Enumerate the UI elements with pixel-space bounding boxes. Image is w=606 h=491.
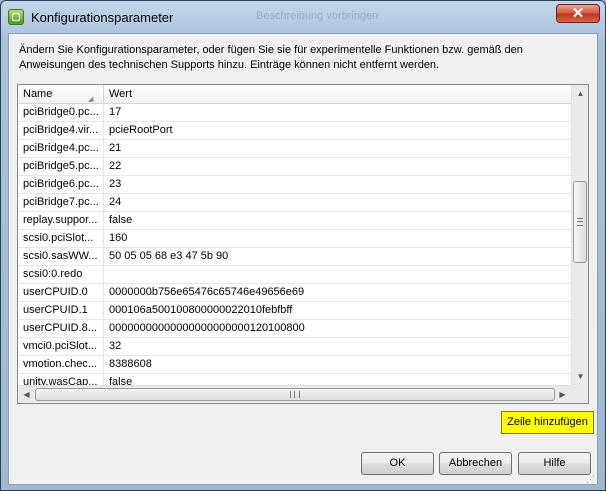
row-name-cell: vmotion.chec... bbox=[18, 356, 104, 373]
background-window-title: Beschreibung vorbringen bbox=[256, 10, 379, 22]
table-row[interactable]: vmci0.pciSlot... 32 bbox=[18, 338, 571, 356]
grip-icon bbox=[577, 218, 583, 226]
row-name-cell: pciBridge5.pc... bbox=[18, 158, 104, 175]
scroll-up-icon[interactable]: ▲ bbox=[572, 85, 588, 102]
row-name-cell: pciBridge4.pc... bbox=[18, 140, 104, 157]
row-name-cell: userCPUID.0 bbox=[18, 284, 104, 301]
table-row[interactable]: pciBridge0.pc... 17 bbox=[18, 104, 571, 122]
row-name-cell: pciBridge0.pc... bbox=[18, 104, 104, 121]
horizontal-scrollbar[interactable]: ◀ ▶ bbox=[18, 385, 571, 403]
row-name-cell: unity.wasCap... bbox=[18, 374, 104, 385]
table-row[interactable]: pciBridge6.pc... 23 bbox=[18, 176, 571, 194]
parameters-table[interactable]: Name ◢ Wert pciBridge0.pc... 17 pciBridge4… bbox=[17, 84, 589, 404]
table-row[interactable]: userCPUID.8... 00000000000000000000000120… bbox=[18, 320, 571, 338]
row-value-cell[interactable]: 22 bbox=[104, 158, 571, 175]
table-row[interactable]: userCPUID.0 0000000b756e65476c65746e49656… bbox=[18, 284, 571, 302]
table-row[interactable]: userCPUID.1 000106a500100800000022010febf… bbox=[18, 302, 571, 320]
table-row[interactable]: unity.wasCap... false bbox=[18, 374, 571, 385]
title-bar[interactable]: Konfigurationsparameter Beschreibung vor… bbox=[1, 1, 605, 33]
row-value-cell[interactable]: false bbox=[104, 212, 571, 229]
table-row[interactable]: pciBridge7.pc... 24 bbox=[18, 194, 571, 212]
row-value-cell[interactable]: pcieRootPort bbox=[104, 122, 571, 139]
table-rows: pciBridge0.pc... 17 pciBridge4.vir... pcieR… bbox=[18, 104, 571, 385]
row-value-cell[interactable]: 50 05 05 68 e3 47 5b 90 bbox=[104, 248, 571, 265]
row-value-cell[interactable]: 17 bbox=[104, 104, 571, 121]
row-name-cell: pciBridge4.vir... bbox=[18, 122, 104, 139]
row-name-cell: pciBridge6.pc... bbox=[18, 176, 104, 193]
row-value-cell[interactable]: 23 bbox=[104, 176, 571, 193]
cancel-button[interactable]: Abbrechen bbox=[439, 452, 512, 475]
help-button[interactable]: Hilfe bbox=[518, 452, 591, 475]
row-name-cell: replay.suppor... bbox=[18, 212, 104, 229]
scroll-corner bbox=[571, 385, 588, 403]
row-value-cell[interactable] bbox=[104, 266, 571, 283]
horizontal-scroll-thumb[interactable] bbox=[35, 388, 555, 401]
add-row-button[interactable]: Zeile hinzufügen bbox=[501, 411, 594, 434]
row-name-cell: vmci0.pciSlot... bbox=[18, 338, 104, 355]
row-name-cell: userCPUID.1 bbox=[18, 302, 104, 319]
row-value-cell[interactable]: 000106a500100800000022010febfbff bbox=[104, 302, 571, 319]
row-value-cell[interactable]: 24 bbox=[104, 194, 571, 211]
row-name-cell: scsi0.pciSlot... bbox=[18, 230, 104, 247]
close-button[interactable]: ✕ bbox=[556, 4, 600, 23]
row-name-cell: pciBridge7.pc... bbox=[18, 194, 104, 211]
table-header: Name ◢ Wert bbox=[18, 85, 571, 104]
row-name-cell: scsi0.sasWW... bbox=[18, 248, 104, 265]
vertical-scroll-thumb[interactable] bbox=[573, 181, 587, 263]
config-dialog: Konfigurationsparameter Beschreibung vor… bbox=[0, 0, 606, 491]
table-row[interactable]: scsi0.sasWW... 50 05 05 68 e3 47 5b 90 bbox=[18, 248, 571, 266]
row-name-cell: userCPUID.8... bbox=[18, 320, 104, 337]
row-value-cell[interactable]: 0000000b756e65476c65746e49656e69 bbox=[104, 284, 571, 301]
row-value-cell[interactable]: 32 bbox=[104, 338, 571, 355]
row-value-cell[interactable]: 8388608 bbox=[104, 356, 571, 373]
table-row[interactable]: replay.suppor... false bbox=[18, 212, 571, 230]
scroll-left-icon[interactable]: ◀ bbox=[18, 386, 35, 403]
grip-icon bbox=[290, 391, 300, 398]
table-row[interactable]: scsi0:0.redo bbox=[18, 266, 571, 284]
table-row[interactable]: pciBridge5.pc... 22 bbox=[18, 158, 571, 176]
ok-button[interactable]: OK bbox=[361, 452, 434, 475]
row-value-cell[interactable]: 00000000000000000000000120100800 bbox=[104, 320, 571, 337]
resize-grip-icon[interactable]: ⋰ bbox=[586, 475, 596, 485]
column-header-name[interactable]: Name ◢ bbox=[18, 85, 104, 103]
table-row[interactable]: scsi0.pciSlot... 160 bbox=[18, 230, 571, 248]
vertical-scrollbar[interactable]: ▲ ▼ bbox=[571, 85, 588, 385]
scroll-right-icon[interactable]: ▶ bbox=[554, 386, 571, 403]
column-header-value[interactable]: Wert bbox=[104, 85, 571, 103]
scroll-down-icon[interactable]: ▼ bbox=[572, 368, 588, 385]
row-value-cell[interactable]: false bbox=[104, 374, 571, 385]
dialog-description: Ändern Sie Konfigurationsparameter, oder… bbox=[19, 44, 523, 71]
dialog-body: Ändern Sie Konfigurationsparameter, oder… bbox=[8, 33, 598, 485]
row-name-cell: scsi0:0.redo bbox=[18, 266, 104, 283]
window-title: Konfigurationsparameter bbox=[31, 10, 174, 25]
table-row[interactable]: vmotion.chec... 8388608 bbox=[18, 356, 571, 374]
row-value-cell[interactable]: 21 bbox=[104, 140, 571, 157]
vsphere-app-icon bbox=[8, 9, 24, 25]
table-row[interactable]: pciBridge4.vir... pcieRootPort bbox=[18, 122, 571, 140]
table-row[interactable]: pciBridge4.pc... 21 bbox=[18, 140, 571, 158]
row-value-cell[interactable]: 160 bbox=[104, 230, 571, 247]
